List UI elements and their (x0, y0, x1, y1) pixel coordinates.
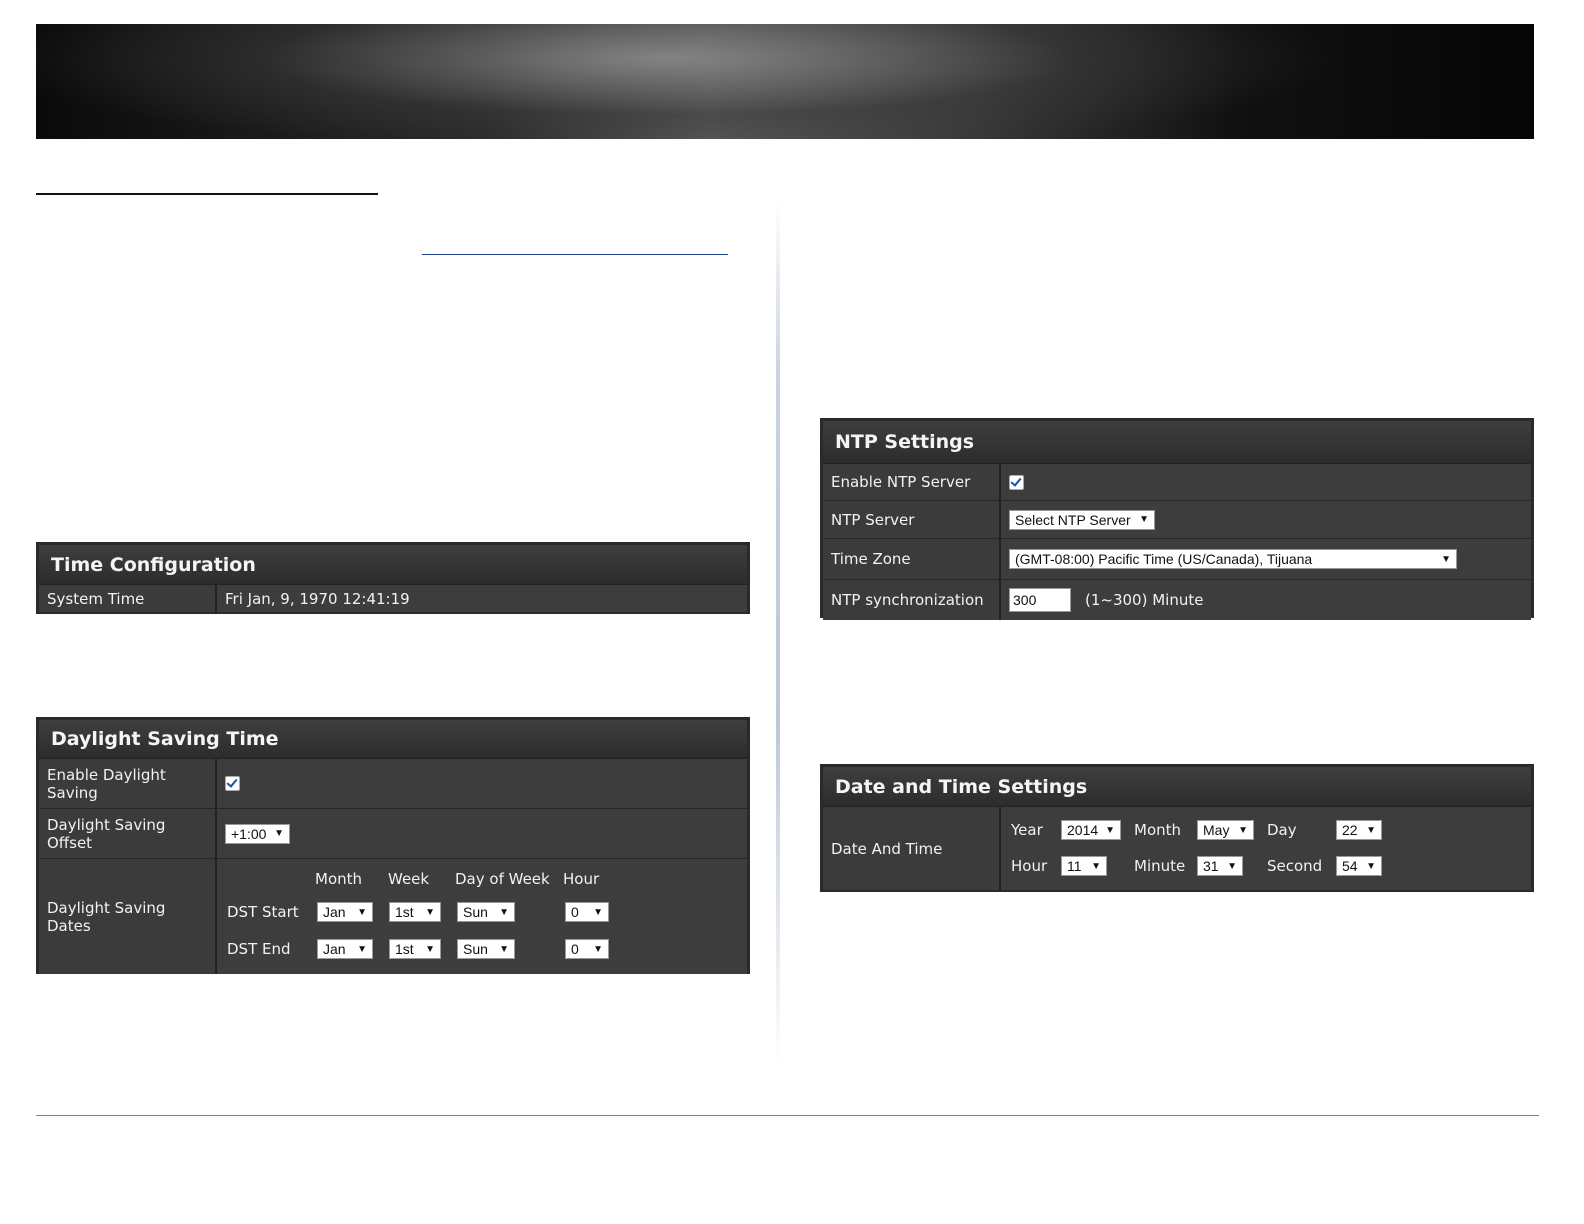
dst-end-day-select[interactable]: Sun ▼ (457, 939, 515, 959)
daylight-saving-offset-label: Daylight Saving Offset (39, 809, 217, 858)
enable-daylight-saving-checkbox[interactable] (225, 776, 240, 791)
column-header-month: Month (315, 870, 363, 888)
date-time-settings-panel: Date and Time Settings Date And Time Yea… (820, 764, 1534, 892)
dst-start-month-select[interactable]: Jan ▼ (317, 902, 373, 922)
dst-end-month-select[interactable]: Jan ▼ (317, 939, 373, 959)
panel-title: NTP Settings (823, 421, 1531, 464)
enable-daylight-saving-label: Enable Daylight Saving (39, 759, 217, 808)
triangle-down-icon: ▼ (499, 906, 509, 918)
system-time-value: Fri Jan, 9, 1970 12:41:19 (217, 585, 747, 612)
column-divider (776, 200, 780, 1070)
triangle-down-icon: ▼ (425, 906, 435, 918)
hour-select[interactable]: 11 ▼ (1061, 856, 1107, 876)
triangle-down-icon: ▼ (1227, 860, 1237, 872)
daylight-saving-dates-label: Daylight Saving Dates (39, 859, 217, 974)
triangle-down-icon: ▼ (1441, 553, 1451, 565)
hour-label: Hour (1011, 857, 1048, 875)
link-underline (422, 254, 728, 255)
second-label: Second (1267, 857, 1323, 875)
dst-start-day-select[interactable]: Sun ▼ (457, 902, 515, 922)
column-header-hour: Hour (563, 870, 600, 888)
panel-title: Daylight Saving Time (39, 720, 747, 759)
time-configuration-panel: Time Configuration System Time Fri Jan, … (36, 542, 750, 614)
time-zone-select[interactable]: (GMT-08:00) Pacific Time (US/Canada), Ti… (1009, 549, 1457, 569)
month-label: Month (1134, 821, 1182, 839)
time-zone-label: Time Zone (823, 539, 1001, 579)
daylight-saving-panel: Daylight Saving Time Enable Daylight Sav… (36, 717, 750, 974)
day-label: Day (1267, 821, 1297, 839)
triangle-down-icon: ▼ (1105, 824, 1115, 836)
triangle-down-icon: ▼ (357, 906, 367, 918)
ntp-server-select[interactable]: Select NTP Server ▼ (1009, 509, 1155, 530)
triangle-down-icon: ▼ (1091, 860, 1101, 872)
system-time-label: System Time (39, 585, 217, 612)
dst-start-hour-select[interactable]: 0 ▼ (565, 902, 609, 922)
triangle-down-icon: ▼ (593, 943, 603, 955)
triangle-down-icon: ▼ (593, 906, 603, 918)
triangle-down-icon: ▼ (274, 828, 284, 839)
ntp-settings-panel: NTP Settings Enable NTP Server NTP Serve… (820, 418, 1534, 620)
ntp-sync-input[interactable]: 300 (1009, 588, 1071, 612)
minute-label: Minute (1134, 857, 1186, 875)
column-header-day-of-week: Day of Week (455, 870, 550, 888)
section-underline (36, 193, 378, 195)
dst-start-label: DST Start (227, 903, 299, 921)
year-label: Year (1011, 821, 1043, 839)
ntp-server-label: NTP Server (823, 501, 1001, 538)
triangle-down-icon: ▼ (499, 943, 509, 955)
dst-end-week-select[interactable]: 1st ▼ (389, 939, 441, 959)
column-header-week: Week (388, 870, 430, 888)
minute-select[interactable]: 31 ▼ (1197, 856, 1243, 876)
dst-end-hour-select[interactable]: 0 ▼ (565, 939, 609, 959)
triangle-down-icon: ▼ (1366, 824, 1376, 836)
panel-title: Date and Time Settings (823, 767, 1531, 807)
panel-title: Time Configuration (39, 545, 747, 585)
offset-select[interactable]: +1:00 ▼ (225, 823, 290, 844)
month-select[interactable]: May ▼ (1197, 820, 1254, 840)
date-and-time-label: Date And Time (823, 807, 1001, 890)
year-select[interactable]: 2014 ▼ (1061, 820, 1121, 840)
triangle-down-icon: ▼ (357, 943, 367, 955)
footer-rule (36, 1115, 1539, 1116)
dst-start-week-select[interactable]: 1st ▼ (389, 902, 441, 922)
triangle-down-icon: ▼ (1366, 860, 1376, 872)
second-select[interactable]: 54 ▼ (1336, 856, 1382, 876)
ntp-sync-label: NTP synchronization (823, 580, 1001, 620)
triangle-down-icon: ▼ (425, 943, 435, 955)
day-select[interactable]: 22 ▼ (1336, 820, 1382, 840)
header-banner (36, 24, 1534, 139)
enable-ntp-checkbox[interactable] (1009, 474, 1024, 490)
dst-end-label: DST End (227, 940, 291, 958)
enable-ntp-label: Enable NTP Server (823, 464, 1001, 500)
triangle-down-icon: ▼ (1139, 514, 1149, 525)
ntp-sync-suffix: (1~300) Minute (1085, 591, 1204, 609)
triangle-down-icon: ▼ (1238, 824, 1248, 836)
